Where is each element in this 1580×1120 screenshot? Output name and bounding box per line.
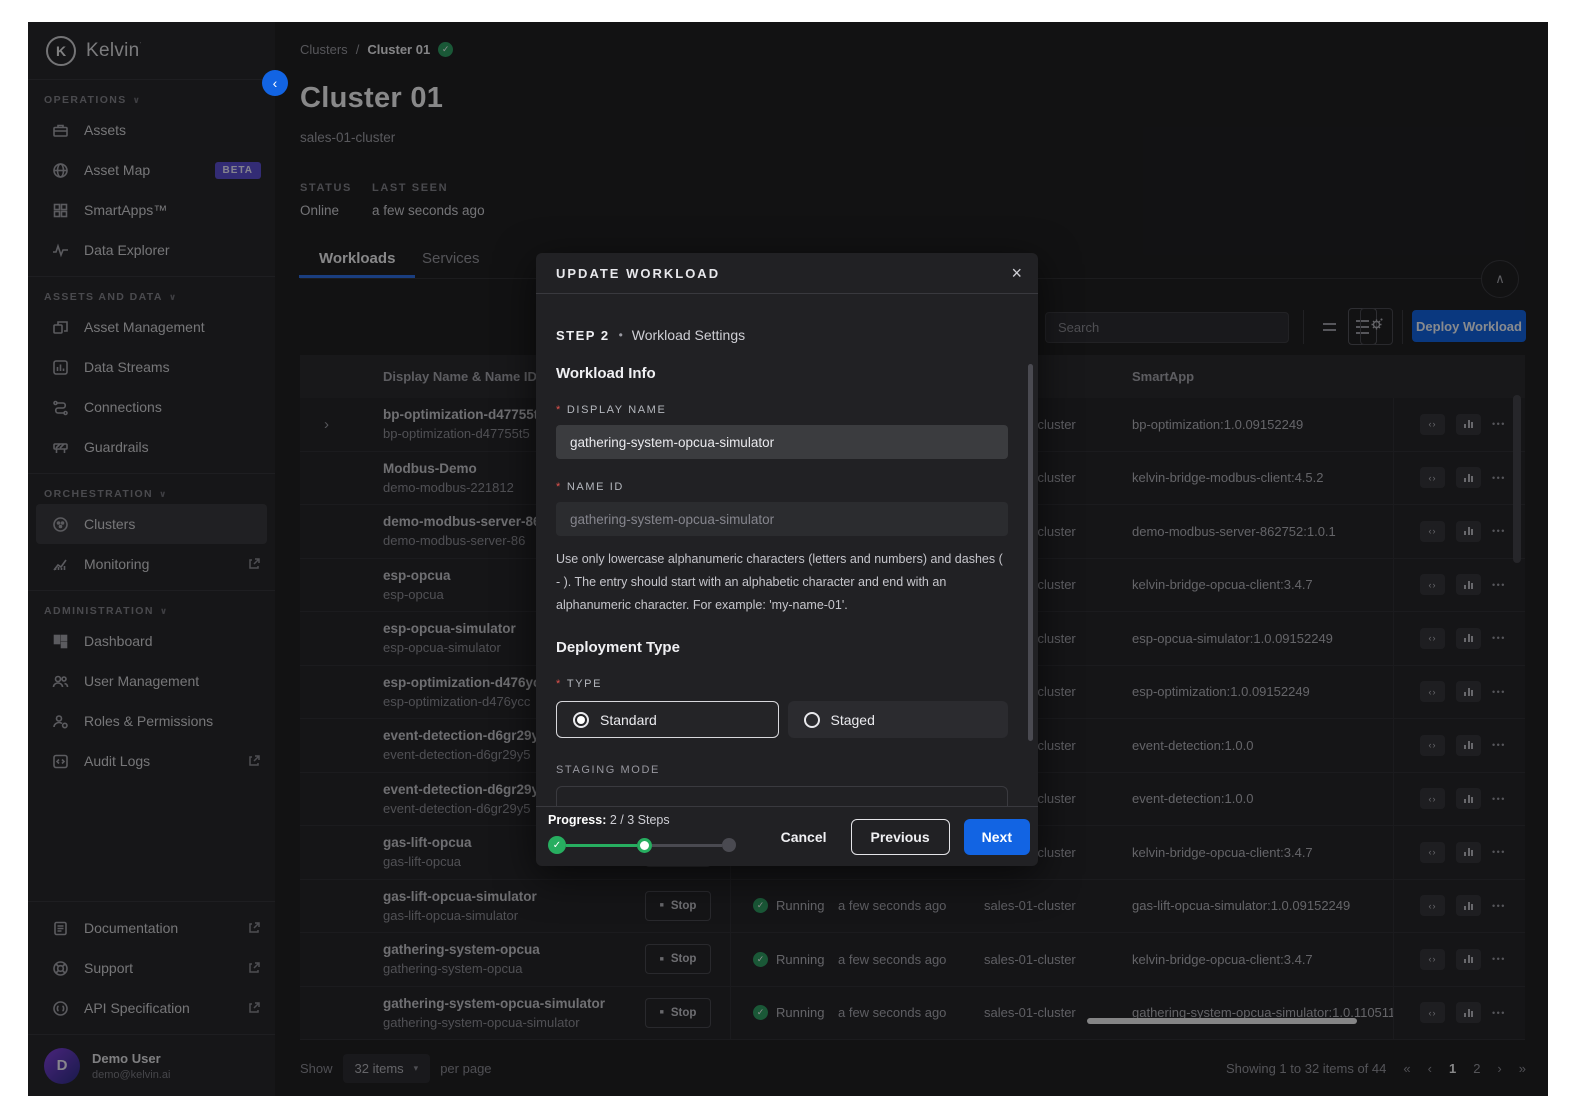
workload-info-heading: Workload Info [556,365,656,382]
name-id-label: * NAME ID [556,481,1008,493]
progress-value: 2 / 3 Steps [609,813,670,827]
step-complete-icon: ✓ [548,836,566,854]
stage-only-option: Stage Only The cloud notifies the edge o… [556,786,1008,806]
type-radio-group: Standard Staged [556,701,1008,738]
step-current-icon [636,837,652,853]
required-asterisk: * [556,404,562,416]
progress-label: Progress: [548,813,607,827]
modal-scrollbar[interactable] [1028,364,1033,741]
required-asterisk: * [556,481,562,493]
close-icon[interactable]: × [1011,264,1022,282]
chevron-left-icon: ‹ [272,75,278,91]
radio-label: Staged [830,711,875,728]
next-button[interactable]: Next [963,818,1030,855]
previous-button[interactable]: Previous [850,818,950,855]
radio-unselected-icon [803,711,820,728]
app-window: K Kelvin˙ OPERATIONS ∨ Assets Asset Map B… [28,22,1548,1096]
update-workload-modal: UPDATE WORKLOAD × STEP 2 • Workload Sett… [536,253,1038,866]
progress-bar: ✓ [548,836,736,854]
modal-footer: Progress: 2 / 3 Steps ✓ Cancel Previous … [536,806,1038,866]
field-label-text: TYPE [566,678,603,690]
field-label-text: NAME ID [566,481,624,493]
field-label-text: DISPLAY NAME [566,404,667,416]
step-label: STEP 2 [556,327,610,343]
cancel-button[interactable]: Cancel [771,829,837,845]
type-option-staged[interactable]: Staged [787,701,1008,738]
step-title: Workload Settings [631,327,746,343]
step-upcoming-icon [722,838,736,852]
radio-selected-icon [573,711,589,728]
type-option-standard[interactable]: Standard [556,701,779,738]
modal-body: STEP 2 • Workload Settings Workload Info… [536,294,1038,806]
radio-label: Standard [600,711,657,728]
type-label: * TYPE [556,678,1008,690]
modal-header: UPDATE WORKLOAD × [536,253,1038,294]
modal-title: UPDATE WORKLOAD [556,265,721,281]
sidebar-collapse-button[interactable]: ‹ [262,70,288,96]
step-bullet-icon: • [618,328,623,342]
progress-indicator: Progress: 2 / 3 Steps ✓ [548,813,736,854]
staging-mode-label: STAGING MODE [556,764,660,776]
name-id-field [556,502,1008,536]
deployment-type-heading: Deployment Type [556,639,680,656]
required-asterisk: * [556,678,562,690]
name-id-help-text: Use only lowercase alphanumeric characte… [556,552,1003,612]
display-name-label: * DISPLAY NAME [556,404,1008,416]
step-indicator: STEP 2 • Workload Settings [556,327,1008,343]
display-name-field[interactable] [556,425,1008,459]
